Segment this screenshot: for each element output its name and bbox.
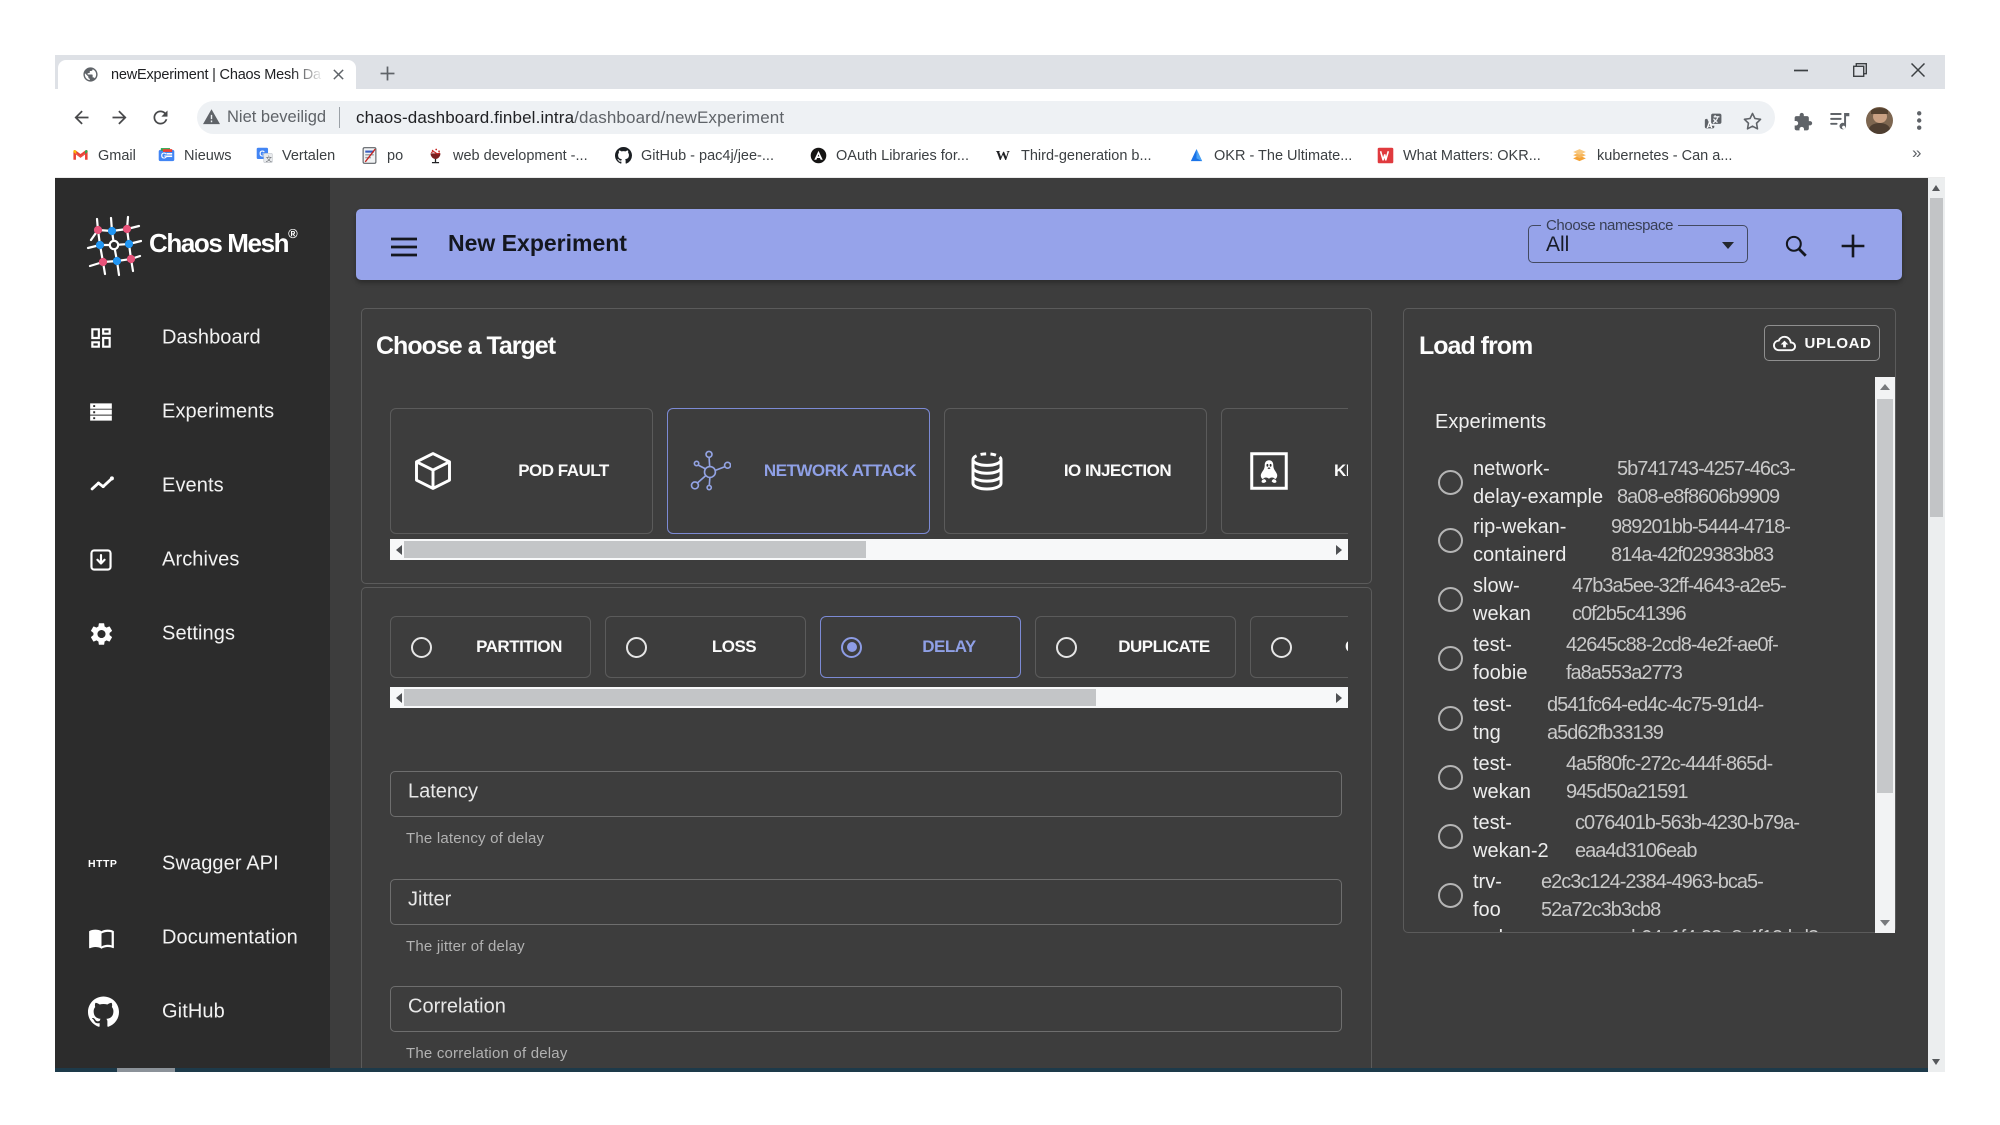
svg-text:G: G (161, 152, 167, 161)
svg-text:文: 文 (266, 154, 273, 163)
svg-text:W: W (996, 148, 1010, 164)
